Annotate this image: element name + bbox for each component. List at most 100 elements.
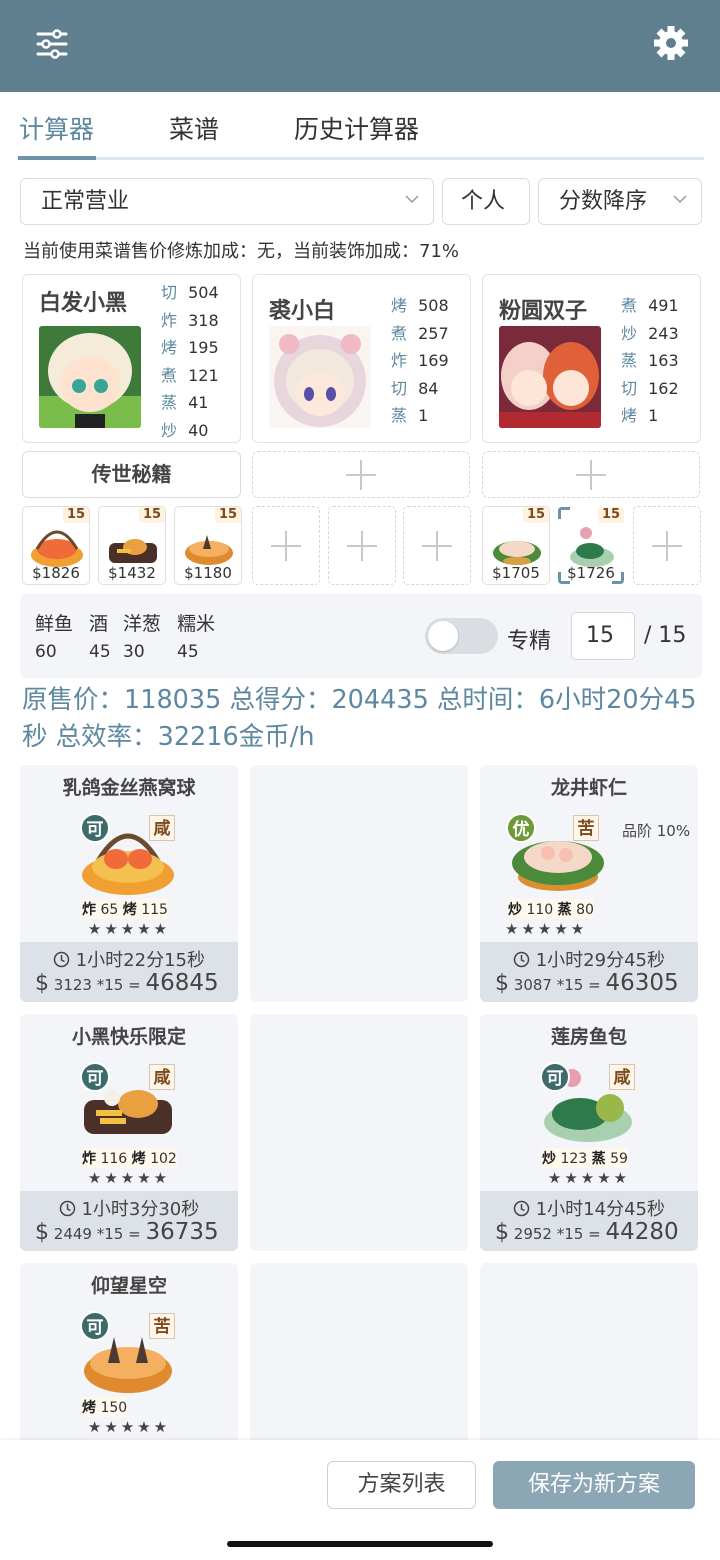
empty-dish-slot[interactable] [328, 506, 396, 585]
tab-history[interactable]: 历史计算器 [294, 110, 419, 146]
empty-dish-slot[interactable] [252, 506, 320, 585]
recipe-card[interactable]: 乳鸽金丝燕窝球 可 咸 炸 65 烤 115 ★★★★★ 1小时22分15秒 $… [20, 765, 238, 1002]
empty-dish-slot[interactable] [633, 506, 701, 585]
tab-recipes[interactable]: 菜谱 [169, 110, 219, 146]
material-name: 鲜鱼 [35, 613, 74, 635]
req-value: 59 [610, 1151, 628, 1167]
empty-dish-slot[interactable] [403, 506, 471, 585]
unit-price: 3123 [53, 976, 92, 994]
clock-icon [53, 951, 70, 968]
dish-slot[interactable]: 15 $1705 [482, 506, 550, 585]
skill-key: 切 [621, 378, 638, 398]
chef-card[interactable]: 粉圆双子 煮 491 炒 243 蒸 163 切 162 烤 1 [482, 274, 701, 443]
mastery-input[interactable]: 15 [571, 612, 635, 660]
empty-recipe-card[interactable] [250, 765, 468, 1002]
price-calc: $ 3087 *15 = 46305 [495, 970, 679, 996]
star-rating: ★★★★★ [87, 1418, 171, 1436]
star-rating: ★★★★★ [87, 920, 171, 938]
sliders-icon[interactable] [28, 22, 78, 66]
skill-key: 切 [161, 283, 178, 302]
cook-time-value: 1小时3分30秒 [81, 1199, 200, 1220]
dish-price: $1826 [32, 564, 80, 582]
skill-requirements: 炸 116 烤 102 [82, 1148, 177, 1168]
skill-key: 煮 [161, 365, 178, 385]
material-value: 45 [89, 642, 111, 662]
chef-name: 粉圆双子 [499, 299, 588, 324]
price-calc: $ 2952 *15 = 44280 [495, 1219, 679, 1245]
skill-value: 195 [188, 338, 219, 357]
tab-divider [18, 157, 704, 160]
home-indicator[interactable] [227, 1541, 493, 1547]
dollar-icon: $ [495, 1220, 509, 1245]
req-skill: 蒸 [591, 1151, 606, 1167]
recipe-card[interactable]: 龙井虾仁 优 苦 品阶 10% 炒 110 蒸 80 ★★★★★ 1小时29分4… [480, 765, 698, 1002]
req-skill: 烤 [131, 1151, 146, 1167]
sort-select[interactable]: 分数降序 [538, 178, 702, 225]
recipe-card[interactable]: 小黑快乐限定 可 咸 炸 116 烤 102 ★★★★★ 1小时3分30秒 $ … [20, 1014, 238, 1251]
total-price: 36735 [145, 1219, 219, 1245]
app-header [0, 0, 720, 92]
skill-key: 煮 [621, 296, 638, 315]
active-tab-indicator [18, 156, 96, 160]
scope-select[interactable]: 个人 [442, 178, 530, 225]
gear-icon[interactable] [646, 22, 696, 66]
tab-calculator[interactable]: 计算器 [19, 110, 94, 146]
mastery-toggle[interactable] [425, 618, 498, 654]
recipe-card[interactable]: 莲房鱼包 可 咸 炒 123 蒸 59 ★★★★★ 1小时14分45秒 $ 29… [480, 1014, 698, 1251]
skill-key: 烤 [621, 406, 638, 425]
skill-row: 炸 318 [161, 307, 219, 335]
secret-book-button[interactable]: 传世秘籍 [22, 451, 241, 498]
skill-row: 炒 243 [621, 320, 679, 348]
recipe-title: 龙井虾仁 [550, 777, 627, 799]
unit-price: 2952 [513, 1225, 552, 1243]
skill-row: 烤 1 [621, 402, 679, 430]
clock-icon [513, 951, 530, 968]
req-skill: 炒 [508, 902, 522, 918]
save-new-plan-button[interactable]: 保存为新方案 [493, 1461, 695, 1509]
skill-key: 炒 [161, 420, 178, 440]
grade-badge: 可 [540, 1062, 570, 1092]
price-calc: $ 2449 *15 = 36735 [35, 1219, 219, 1245]
add-equipment-button[interactable] [482, 451, 700, 498]
recipe-title: 仰望星空 [90, 1275, 167, 1297]
star-rating: ★★★★★ [547, 1169, 631, 1187]
skill-key: 烤 [161, 338, 178, 357]
total-price: 46305 [605, 970, 679, 996]
mode-select[interactable]: 正常营业 [20, 178, 434, 225]
skill-value: 508 [418, 296, 449, 315]
plus-icon [652, 530, 682, 561]
material-name: 酒 [89, 613, 109, 635]
plan-list-button[interactable]: 方案列表 [327, 1461, 476, 1509]
chevron-down-icon [673, 195, 687, 204]
req-skill: 炒 [542, 1151, 556, 1167]
chef-name: 白发小黑 [39, 291, 128, 316]
unit-price: 2449 [53, 1225, 92, 1243]
grade-badge: 可 [80, 1311, 110, 1341]
dish-slot[interactable]: 15 $1826 [22, 506, 90, 585]
quality-note: 品阶 10% [622, 822, 691, 840]
chef-card[interactable]: 白发小黑 切 504 炸 318 烤 195 煮 121 蒸 41 炒 40 [22, 274, 241, 443]
count-badge: 15 [139, 507, 165, 523]
chef-skills: 烤 508 煮 257 炸 169 切 84 蒸 1 [391, 292, 449, 430]
add-equipment-button[interactable] [252, 451, 470, 498]
skill-requirements: 炒 123 蒸 59 [542, 1148, 628, 1168]
dish-slot-selected[interactable]: 15 $1726 [557, 506, 625, 585]
skill-row: 蒸 41 [161, 389, 219, 417]
skill-row: 蒸 1 [391, 402, 449, 430]
skill-value: 169 [418, 351, 449, 370]
empty-recipe-card[interactable] [250, 1014, 468, 1251]
dish-slot[interactable]: 15 $1432 [98, 506, 166, 585]
grade-badge: 可 [80, 813, 110, 843]
dollar-icon: $ [495, 971, 509, 996]
dish-slot[interactable]: 15 $1180 [174, 506, 242, 585]
skill-key: 切 [391, 378, 408, 398]
req-value: 65 [100, 902, 119, 918]
skill-row: 切 504 [161, 279, 219, 307]
unit-price: 3087 [513, 976, 552, 994]
count-badge: 15 [598, 507, 624, 523]
skill-requirements: 炒 110 蒸 80 [508, 899, 594, 919]
chef-avatar [39, 326, 141, 428]
grade-badge: 优 [506, 813, 536, 843]
chef-card[interactable]: 裘小白 烤 508 煮 257 炸 169 切 84 蒸 1 [252, 274, 471, 443]
total-price: 44280 [605, 1219, 679, 1245]
